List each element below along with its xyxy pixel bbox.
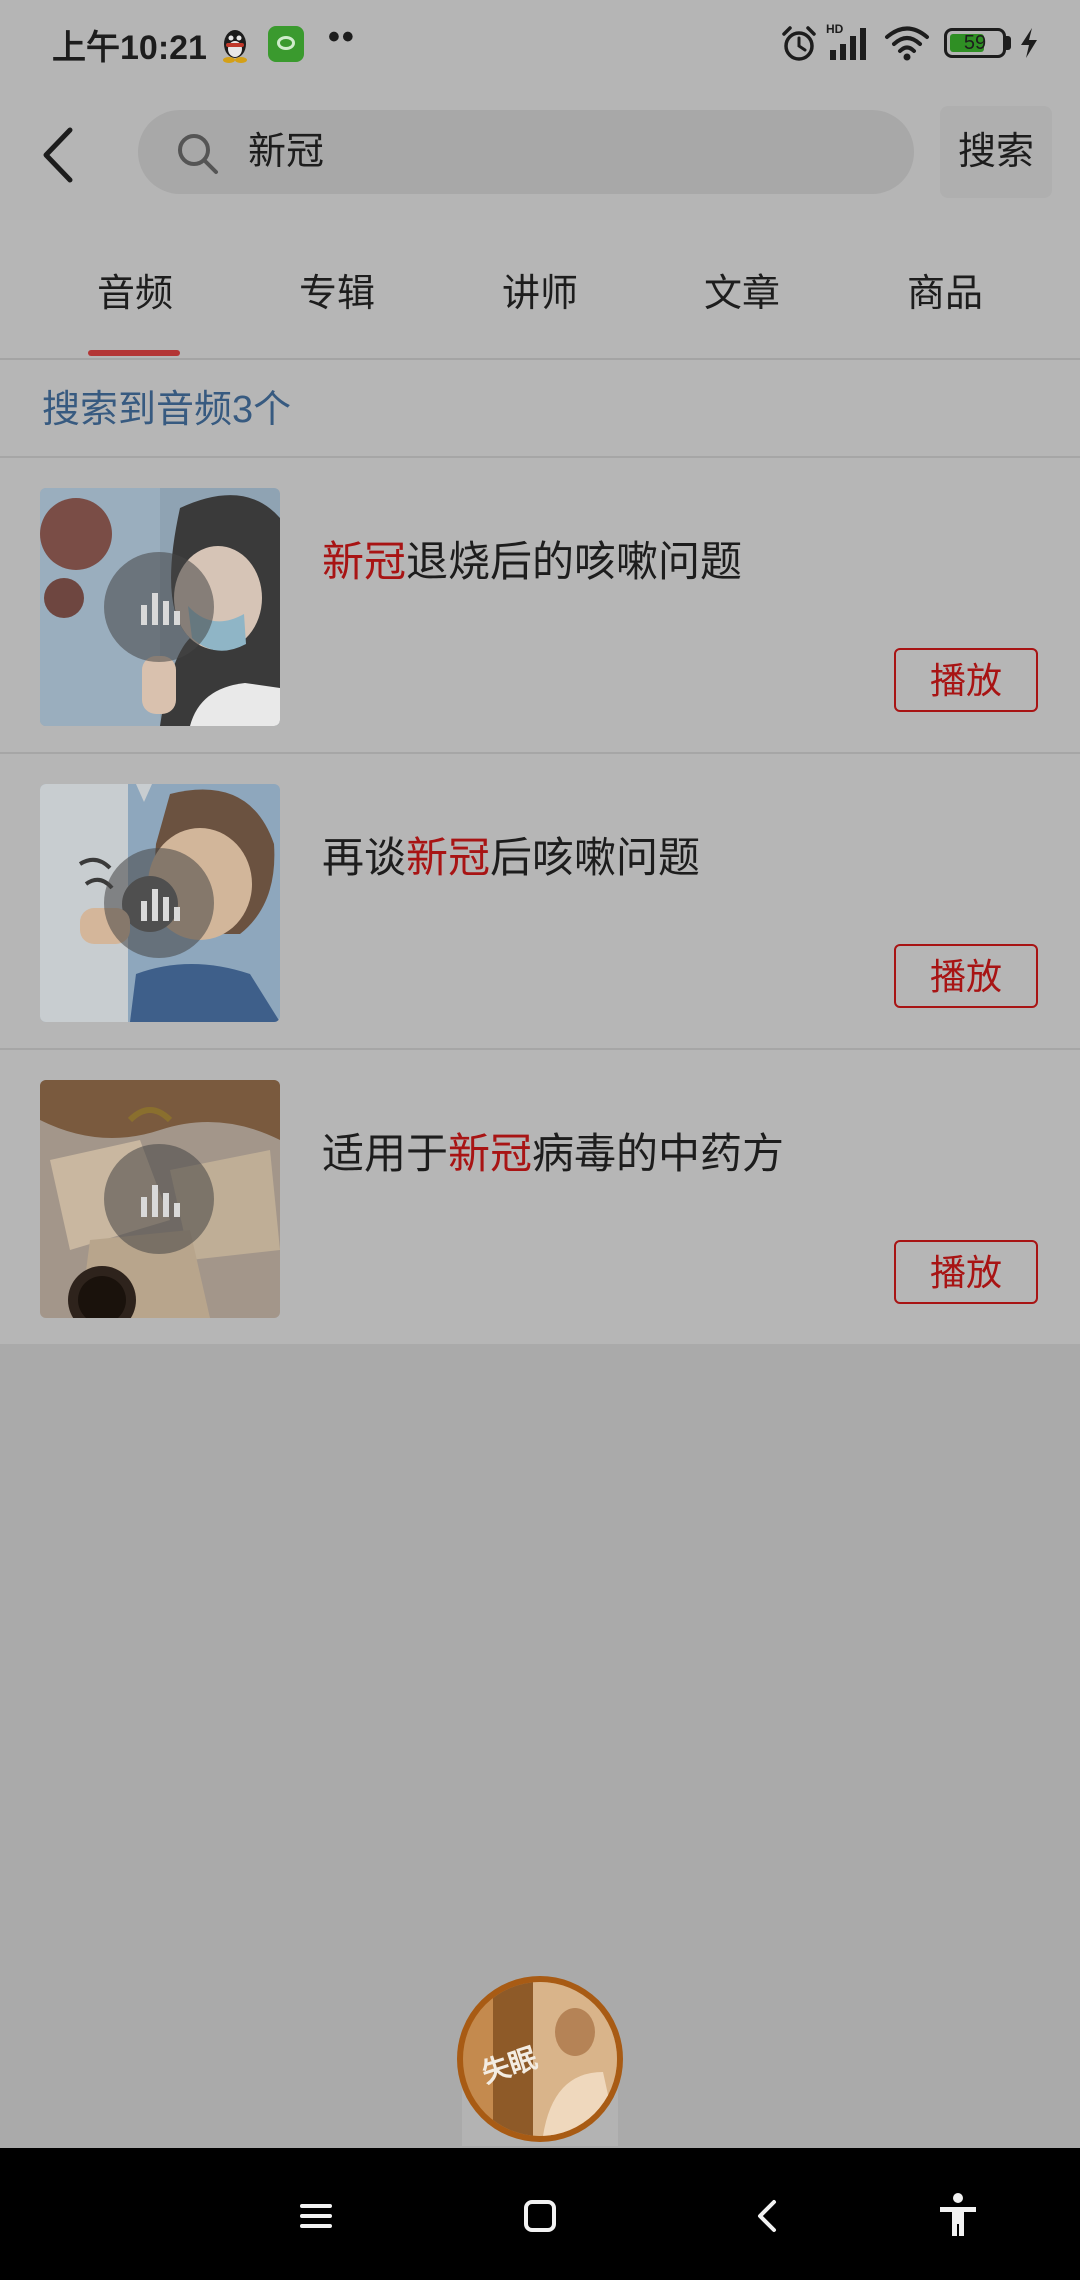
qq-icon (223, 30, 247, 63)
tab-article[interactable]: 文章 (642, 220, 842, 358)
home-icon[interactable] (512, 2188, 568, 2244)
results-list: 新冠退烧后的咳嗽问题 播放 再谈新冠后咳嗽问题 播放 适用于新冠病毒的中药方 播… (0, 458, 1080, 1344)
list-item[interactable]: 新冠退烧后的咳嗽问题 播放 (0, 458, 1080, 754)
audio-play-overlay[interactable] (104, 1144, 214, 1254)
accessibility-icon[interactable] (930, 2188, 986, 2244)
category-tabs: 音频 专辑 讲师 文章 商品 (0, 220, 1080, 360)
active-tab-indicator (88, 350, 180, 356)
list-item[interactable]: 再谈新冠后咳嗽问题 播放 (0, 754, 1080, 1050)
more-notifications-icon: •• (328, 18, 356, 56)
play-button[interactable]: 播放 (894, 944, 1038, 1008)
audio-thumbnail[interactable] (40, 488, 280, 726)
keyword-highlight: 新冠 (322, 538, 407, 585)
audio-bars-icon (141, 889, 180, 921)
audio-title[interactable]: 适用于新冠病毒的中药方 (322, 1120, 784, 1181)
audio-bars-icon (141, 1185, 180, 1217)
tab-lecturer[interactable]: 讲师 (440, 220, 640, 358)
floating-audio-player[interactable]: 失眠 (452, 1976, 628, 2146)
audio-thumbnail[interactable] (40, 1080, 280, 1318)
status-time: 上午10:21 (52, 29, 207, 67)
audio-title[interactable]: 新冠退烧后的咳嗽问题 (322, 528, 742, 589)
now-playing-cover[interactable]: 失眠 (457, 1976, 623, 2142)
battery-icon: 59 (944, 28, 1006, 58)
search-input[interactable] (248, 110, 868, 194)
search-box[interactable] (138, 110, 914, 194)
tab-audio[interactable]: 音频 (35, 220, 235, 358)
battery-level: 59 (963, 32, 987, 54)
audio-title[interactable]: 再谈新冠后咳嗽问题 (322, 824, 700, 885)
charging-icon (1021, 28, 1037, 58)
svg-text:HD: HD (826, 22, 844, 36)
alarm-icon (782, 26, 816, 61)
keyword-highlight: 新冠 (448, 1130, 533, 1177)
search-header: 搜索 (0, 92, 1080, 220)
battery-tip (1006, 36, 1011, 50)
audio-play-overlay[interactable] (104, 552, 214, 662)
list-item[interactable]: 适用于新冠病毒的中药方 播放 (0, 1050, 1080, 1344)
nav-back-icon[interactable] (740, 2188, 796, 2244)
tab-product[interactable]: 商品 (845, 220, 1045, 358)
status-bar: 上午10:21 •• HD 59 (0, 0, 1080, 92)
keyword-highlight: 新冠 (406, 834, 491, 881)
wifi-icon (885, 26, 929, 61)
result-count-text: 搜索到音频3个 (42, 389, 292, 431)
back-arrow-icon[interactable] (36, 122, 86, 188)
audio-play-overlay[interactable] (104, 848, 214, 958)
search-icon (178, 134, 218, 174)
system-navigation-bar (0, 2148, 1080, 2280)
result-count-bar: 搜索到音频3个 (0, 360, 1080, 458)
signal-icon: HD (826, 22, 866, 60)
wechat-app-icon (268, 26, 304, 62)
tab-album[interactable]: 专辑 (237, 220, 437, 358)
play-button[interactable]: 播放 (894, 1240, 1038, 1304)
search-button[interactable]: 搜索 (940, 106, 1052, 198)
menu-icon[interactable] (288, 2188, 344, 2244)
play-button[interactable]: 播放 (894, 648, 1038, 712)
audio-bars-icon (141, 593, 180, 625)
audio-thumbnail[interactable] (40, 784, 280, 1022)
